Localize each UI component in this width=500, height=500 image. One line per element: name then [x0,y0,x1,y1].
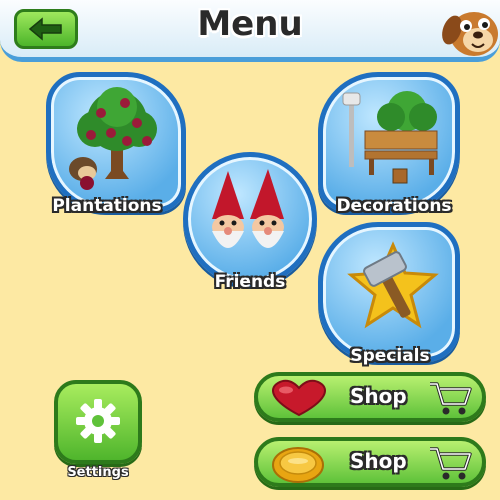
settings-button[interactable] [54,380,142,464]
decorations-label: Decorations [336,196,452,216]
bench-lamp-icon [342,91,438,184]
shop-hearts-button[interactable]: Shop [254,372,486,422]
gear-icon [76,399,120,443]
shop-hearts-label: Shop [350,384,407,408]
coin-icon [272,447,324,483]
dog-mascot-icon [442,12,498,56]
settings-label: Settings [67,465,129,480]
specials-label: Specials [350,346,430,366]
hammer-star-icon [347,241,439,329]
friends-tile[interactable] [183,152,317,286]
fruit-tree-icon [69,87,157,190]
shop-coins-label: Shop [350,449,407,473]
plantations-label: Plantations [52,196,162,216]
header-bar: Menu [0,0,500,62]
shop-coins-button[interactable]: Shop [254,437,486,487]
specials-tile[interactable] [318,222,460,362]
heart-icon [272,379,326,417]
decorations-tile[interactable] [318,72,460,212]
friends-label: Friends [214,272,286,292]
back-button[interactable] [14,9,78,49]
gnomes-icon [212,169,284,248]
cart-icon [430,382,472,415]
cart-icon [430,447,472,480]
dog-mascot [438,0,500,62]
plantations-tile[interactable] [46,72,186,212]
page-title: Menu [197,4,303,44]
back-arrow-icon [28,17,62,41]
